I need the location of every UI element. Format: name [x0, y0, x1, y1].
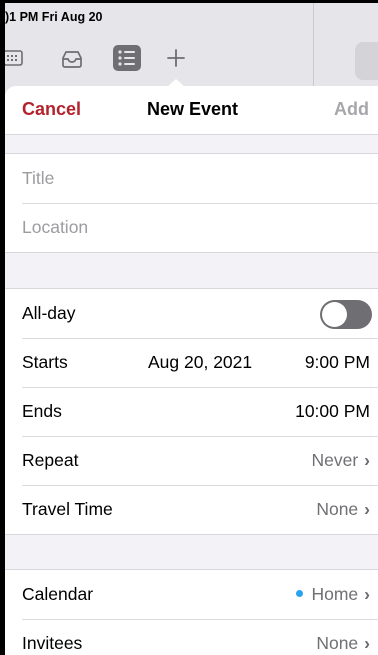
plus-icon[interactable] — [166, 48, 186, 68]
list-icon[interactable] — [113, 45, 141, 71]
screen-bezel-top — [0, 0, 378, 3]
location-placeholder: Location — [22, 217, 89, 237]
add-button[interactable]: Add — [334, 99, 369, 120]
time-options-group: All-day Starts Aug 20, 2021 9:00 PM Ends… — [5, 288, 378, 535]
sheet-navbar: Cancel New Event Add — [5, 86, 378, 135]
repeat-value: Never — [311, 450, 359, 470]
calendar-value-wrap: Home › — [296, 584, 370, 605]
travel-time-row[interactable]: Travel Time None › — [5, 485, 378, 534]
calendar-invitees-group: Calendar Home › Invitees None › — [5, 569, 378, 655]
all-day-toggle[interactable] — [320, 300, 372, 329]
secondary-pane-button[interactable] — [355, 42, 378, 80]
sheet-title: New Event — [147, 99, 239, 119]
split-view-divider — [313, 0, 314, 90]
location-field[interactable]: Location — [5, 203, 378, 252]
ends-row: Ends 10:00 PM — [5, 387, 378, 436]
starts-label: Starts — [22, 352, 68, 372]
screen-bezel-left — [0, 0, 5, 655]
all-day-label: All-day — [22, 303, 76, 323]
cancel-button[interactable]: Cancel — [22, 99, 81, 120]
toolbar: )1 PM Fri Aug 20 — [0, 0, 378, 90]
ends-time[interactable]: 10:00 PM — [295, 401, 370, 422]
starts-row: Starts Aug 20, 2021 9:00 PM — [5, 338, 378, 387]
repeat-row[interactable]: Repeat Never › — [5, 436, 378, 485]
status-time-date: )1 PM Fri Aug 20 — [5, 10, 103, 24]
calendar-value: Home — [311, 584, 359, 604]
invitees-value: None — [316, 633, 359, 653]
chevron-right-icon: › — [364, 450, 370, 470]
repeat-value-wrap: Never › — [311, 450, 370, 471]
chevron-right-icon: › — [364, 499, 370, 519]
calendar-label: Calendar — [22, 584, 94, 604]
starts-date[interactable]: Aug 20, 2021 — [148, 352, 252, 373]
chevron-right-icon: › — [364, 584, 370, 604]
title-location-group: Title Location — [5, 153, 378, 253]
new-event-sheet: Cancel New Event Add Title Location All-… — [5, 86, 378, 655]
calendar-row[interactable]: Calendar Home › — [5, 570, 378, 619]
travel-value-wrap: None › — [316, 499, 370, 520]
chevron-right-icon: › — [364, 633, 370, 653]
all-day-row: All-day — [5, 289, 378, 338]
screen: )1 PM Fri Aug 20 Cancel New Event Add Ti… — [0, 0, 378, 655]
starts-time[interactable]: 9:00 PM — [305, 352, 370, 373]
ends-label: Ends — [22, 401, 62, 421]
calendar-grid-icon[interactable] — [3, 50, 23, 66]
travel-time-label: Travel Time — [22, 499, 113, 519]
travel-time-value: None — [316, 499, 359, 519]
invitees-label: Invitees — [22, 633, 83, 653]
invitees-row[interactable]: Invitees None › — [5, 619, 378, 655]
inbox-icon[interactable] — [60, 49, 84, 69]
repeat-label: Repeat — [22, 450, 79, 470]
calendar-color-dot — [296, 589, 304, 597]
toggle-knob — [322, 302, 347, 327]
title-placeholder: Title — [22, 168, 55, 188]
invitees-value-wrap: None › — [316, 633, 370, 654]
status-bar: )1 PM Fri Aug 20 — [0, 3, 378, 27]
title-field[interactable]: Title — [5, 154, 378, 203]
